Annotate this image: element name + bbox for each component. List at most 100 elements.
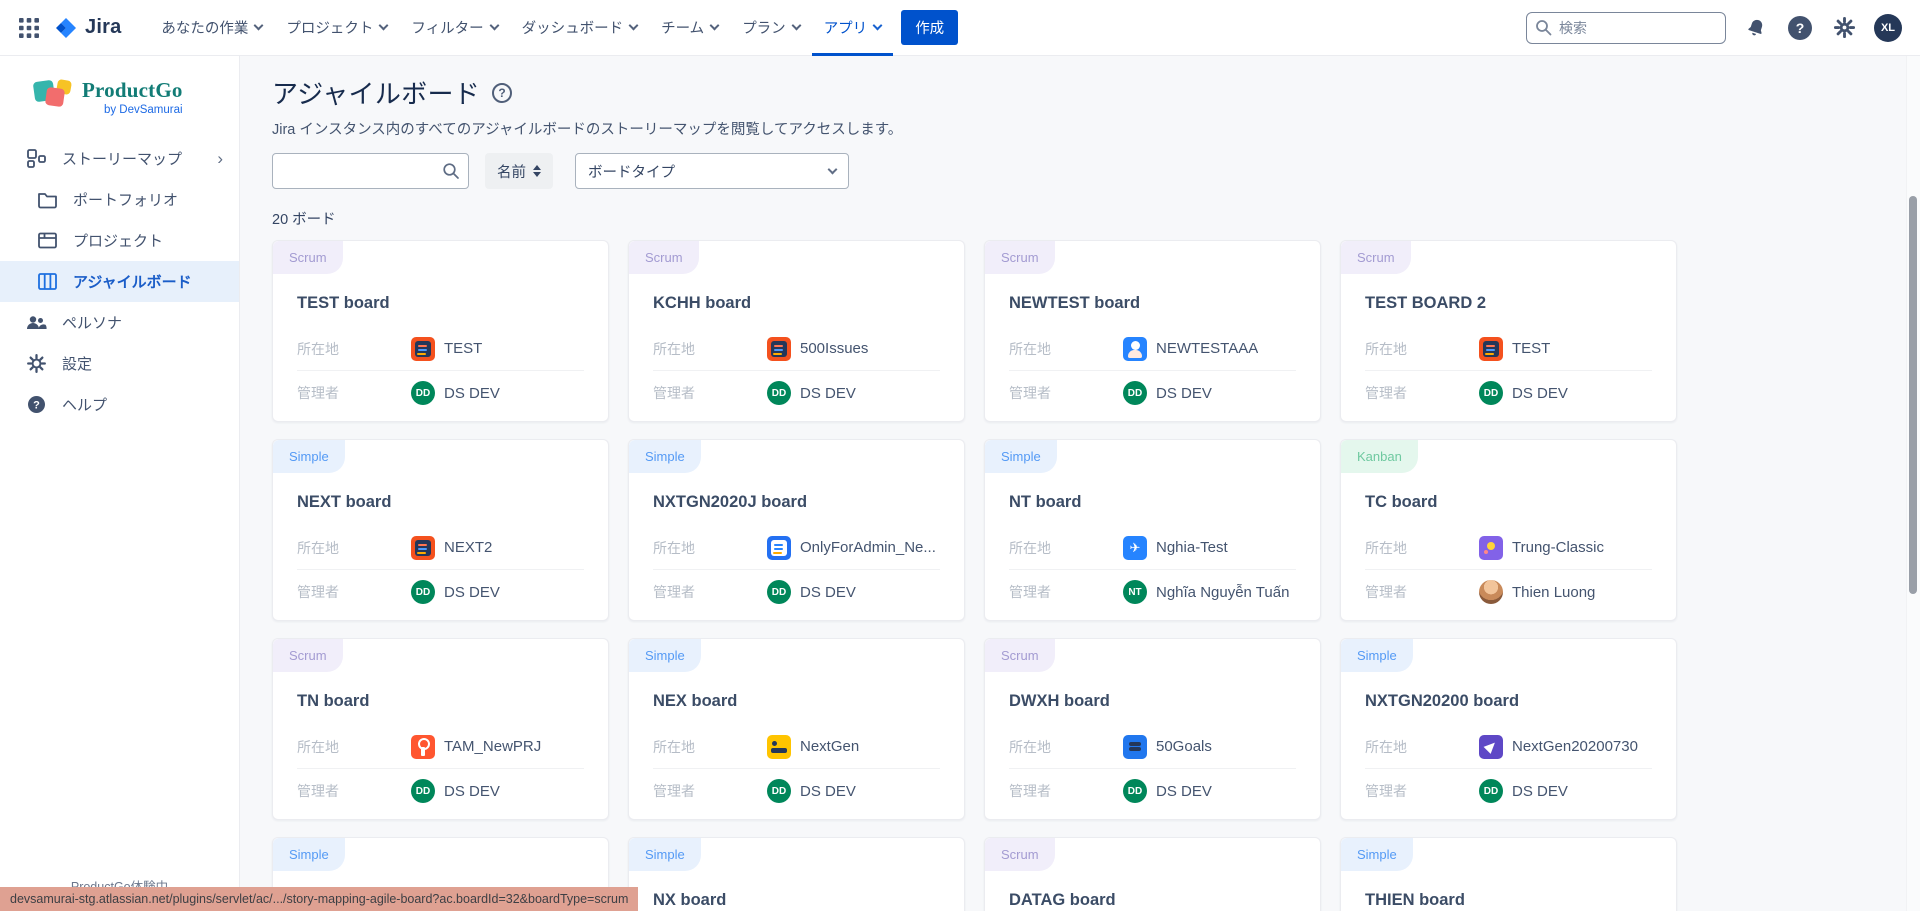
project-name[interactable]: NextGen (800, 738, 859, 755)
status-url-tooltip: devsamurai-stg.atlassian.net/plugins/ser… (0, 887, 638, 911)
board-title[interactable]: NXTGN20200 board (1365, 692, 1652, 711)
nav-menu-item-あなたの作業[interactable]: あなたの作業 (149, 0, 274, 56)
sidebar-item-ヘルプ[interactable]: ? ヘルプ › (0, 384, 239, 425)
admin-name: DS DEV (444, 584, 500, 601)
project-name[interactable]: 50Goals (1156, 738, 1212, 755)
notifications-bell-icon[interactable] (1742, 14, 1770, 42)
scrollbar-thumb[interactable] (1909, 196, 1917, 594)
location-label: 所在地 (1009, 339, 1123, 359)
board-type-badge: Simple (1341, 838, 1413, 871)
board-title[interactable]: NEXT board (297, 493, 584, 512)
board-card[interactable]: Scrum KCHH board 所在地 500Issues 管理者 DD DS… (628, 240, 965, 422)
sidebar-item-ペルソナ[interactable]: ペルソナ › (0, 302, 239, 343)
project-name[interactable]: Trung-Classic (1512, 539, 1604, 556)
board-type-badge: Simple (273, 440, 345, 473)
board-card[interactable]: Kanban TC board 所在地 Trung-Classic 管理者 Th… (1340, 439, 1677, 621)
global-search-input[interactable] (1526, 12, 1726, 44)
board-card[interactable]: Simple NT board 所在地 Nghia-Test 管理者 NT Ng… (984, 439, 1321, 621)
create-button[interactable]: 作成 (901, 10, 958, 45)
board-card[interactable]: Scrum NEWTEST board 所在地 NEWTESTAAA 管理者 D… (984, 240, 1321, 422)
admin-label: 管理者 (297, 781, 411, 801)
scrollbar-track[interactable] (1906, 56, 1920, 911)
location-label: 所在地 (1365, 737, 1479, 757)
sidebar-item-プロジェクト[interactable]: プロジェクト › (0, 220, 239, 261)
board-title[interactable]: TC board (1365, 493, 1652, 512)
board-title[interactable]: DATAG board (1009, 891, 1296, 910)
board-icon (36, 271, 58, 293)
title-help-icon[interactable]: ? (492, 83, 512, 103)
project-name[interactable]: NextGen20200730 (1512, 738, 1638, 755)
board-card[interactable]: Scrum TN board 所在地 TAM_NewPRJ 管理者 DD DS … (272, 638, 609, 820)
project-name[interactable]: NEXT2 (444, 539, 492, 556)
board-title[interactable]: TEST BOARD 2 (1365, 294, 1652, 313)
svg-text:?: ? (33, 400, 40, 412)
jira-wordmark: Jira (85, 16, 121, 39)
board-title[interactable]: NEX board (653, 692, 940, 711)
admin-avatar: DD (1123, 381, 1147, 405)
board-card[interactable]: Scrum DATAG board 所在地 Dat AgileBoard (984, 837, 1321, 911)
sidebar-item-ストーリーマップ[interactable]: ストーリーマップ › (0, 138, 239, 179)
chevron-down-icon (873, 21, 883, 31)
nav-menu-item-プラン[interactable]: プラン (730, 0, 812, 56)
settings-gear-icon[interactable] (1830, 14, 1858, 42)
board-title[interactable]: NEWTEST board (1009, 294, 1296, 313)
board-card[interactable]: Simple NEXT board 所在地 NEXT2 管理者 DD DS DE… (272, 439, 609, 621)
search-icon (442, 162, 460, 180)
board-card[interactable]: Simple NEX board 所在地 NextGen 管理者 DD DS D… (628, 638, 965, 820)
search-icon (1535, 19, 1552, 36)
project-name[interactable]: TEST (1512, 340, 1550, 357)
admin-avatar: DD (1479, 779, 1503, 803)
project-name[interactable]: TEST (444, 340, 482, 357)
board-type-badge: Simple (629, 838, 701, 871)
help-icon[interactable]: ? (1786, 14, 1814, 42)
board-card[interactable]: Scrum DWXH board 所在地 50Goals 管理者 DD DS D… (984, 638, 1321, 820)
chevron-down-icon (710, 21, 720, 31)
admin-name: DS DEV (1156, 385, 1212, 402)
admin-label: 管理者 (653, 582, 767, 602)
board-title[interactable]: NT board (1009, 493, 1296, 512)
window-icon (36, 230, 58, 252)
sidebar-menu: ストーリーマップ › ポートフォリオ › プロジェクト › アジャイルボード ›… (0, 138, 239, 425)
project-name[interactable]: Nghia-Test (1156, 539, 1228, 556)
project-name[interactable]: TAM_NewPRJ (444, 738, 541, 755)
project-name[interactable]: OnlyForAdmin_Ne... (800, 539, 936, 556)
jira-logo[interactable]: Jira (54, 16, 121, 40)
board-type-badge: Kanban (1341, 440, 1418, 473)
location-label: 所在地 (1009, 737, 1123, 757)
board-type-select[interactable]: ボードタイプ (575, 153, 849, 189)
nav-menu-item-チーム[interactable]: チーム (649, 0, 730, 56)
nav-menu-item-アプリ[interactable]: アプリ (812, 0, 894, 56)
board-type-badge: Scrum (985, 639, 1055, 672)
project-avatar-icon (767, 735, 791, 759)
user-avatar[interactable]: XL (1874, 14, 1902, 42)
app-switcher-icon[interactable] (16, 15, 42, 41)
sidebar-item-アジャイルボード[interactable]: アジャイルボード › (0, 261, 239, 302)
board-title[interactable]: DWXH board (1009, 692, 1296, 711)
location-label: 所在地 (297, 339, 411, 359)
board-title[interactable]: KCHH board (653, 294, 940, 313)
board-title[interactable]: TEST board (297, 294, 584, 313)
nav-menu-item-フィルター[interactable]: フィルター (399, 0, 509, 56)
sidebar-item-設定[interactable]: 設定 › (0, 343, 239, 384)
top-navbar: Jira あなたの作業 プロジェクト フィルター ダッシュボード チーム プラン… (0, 0, 1920, 56)
board-title[interactable]: NX board (653, 891, 940, 910)
project-name[interactable]: 500Issues (800, 340, 868, 357)
sort-by-name-button[interactable]: 名前 (485, 153, 553, 189)
nav-menu-item-プロジェクト[interactable]: プロジェクト (274, 0, 399, 56)
board-title[interactable]: NXTGN2020J board (653, 493, 940, 512)
project-name[interactable]: NEWTESTAAA (1156, 340, 1258, 357)
board-card[interactable]: Simple NXTGN2020J board 所在地 OnlyForAdmin… (628, 439, 965, 621)
board-card[interactable]: Scrum TEST BOARD 2 所在地 TEST 管理者 DD DS DE… (1340, 240, 1677, 422)
board-card[interactable]: Simple THIEN board 所在地 Thien-Test (1340, 837, 1677, 911)
board-card[interactable]: Simple NX board 所在地 NextGenScrum (628, 837, 965, 911)
jira-mark-icon (54, 16, 78, 40)
sidebar-item-ポートフォリオ[interactable]: ポートフォリオ › (0, 179, 239, 220)
help-icon: ? (25, 394, 47, 416)
gear-icon (25, 353, 47, 375)
board-title[interactable]: THIEN board (1365, 891, 1652, 910)
board-title[interactable]: TN board (297, 692, 584, 711)
board-card[interactable]: Simple NXTGN20200 board 所在地 NextGen20200… (1340, 638, 1677, 820)
board-search-input[interactable] (272, 153, 469, 189)
nav-menu-item-ダッシュボード[interactable]: ダッシュボード (510, 0, 650, 56)
board-card[interactable]: Scrum TEST board 所在地 TEST 管理者 DD DS DEV (272, 240, 609, 422)
